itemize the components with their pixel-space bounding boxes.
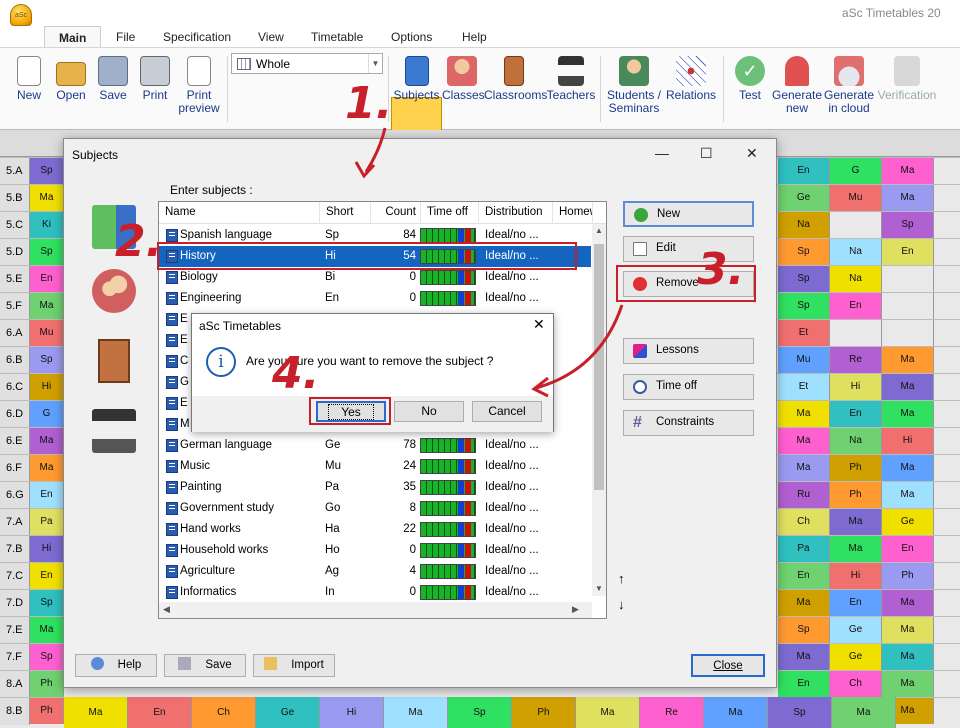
annotation-step-3: 3. [697, 244, 745, 295]
annotation-arrows [354, 127, 624, 398]
annotation-step-4: 4. [272, 348, 320, 399]
annotation-step-2: 2. [115, 216, 163, 267]
annotation-step-1: 1. [345, 78, 393, 129]
